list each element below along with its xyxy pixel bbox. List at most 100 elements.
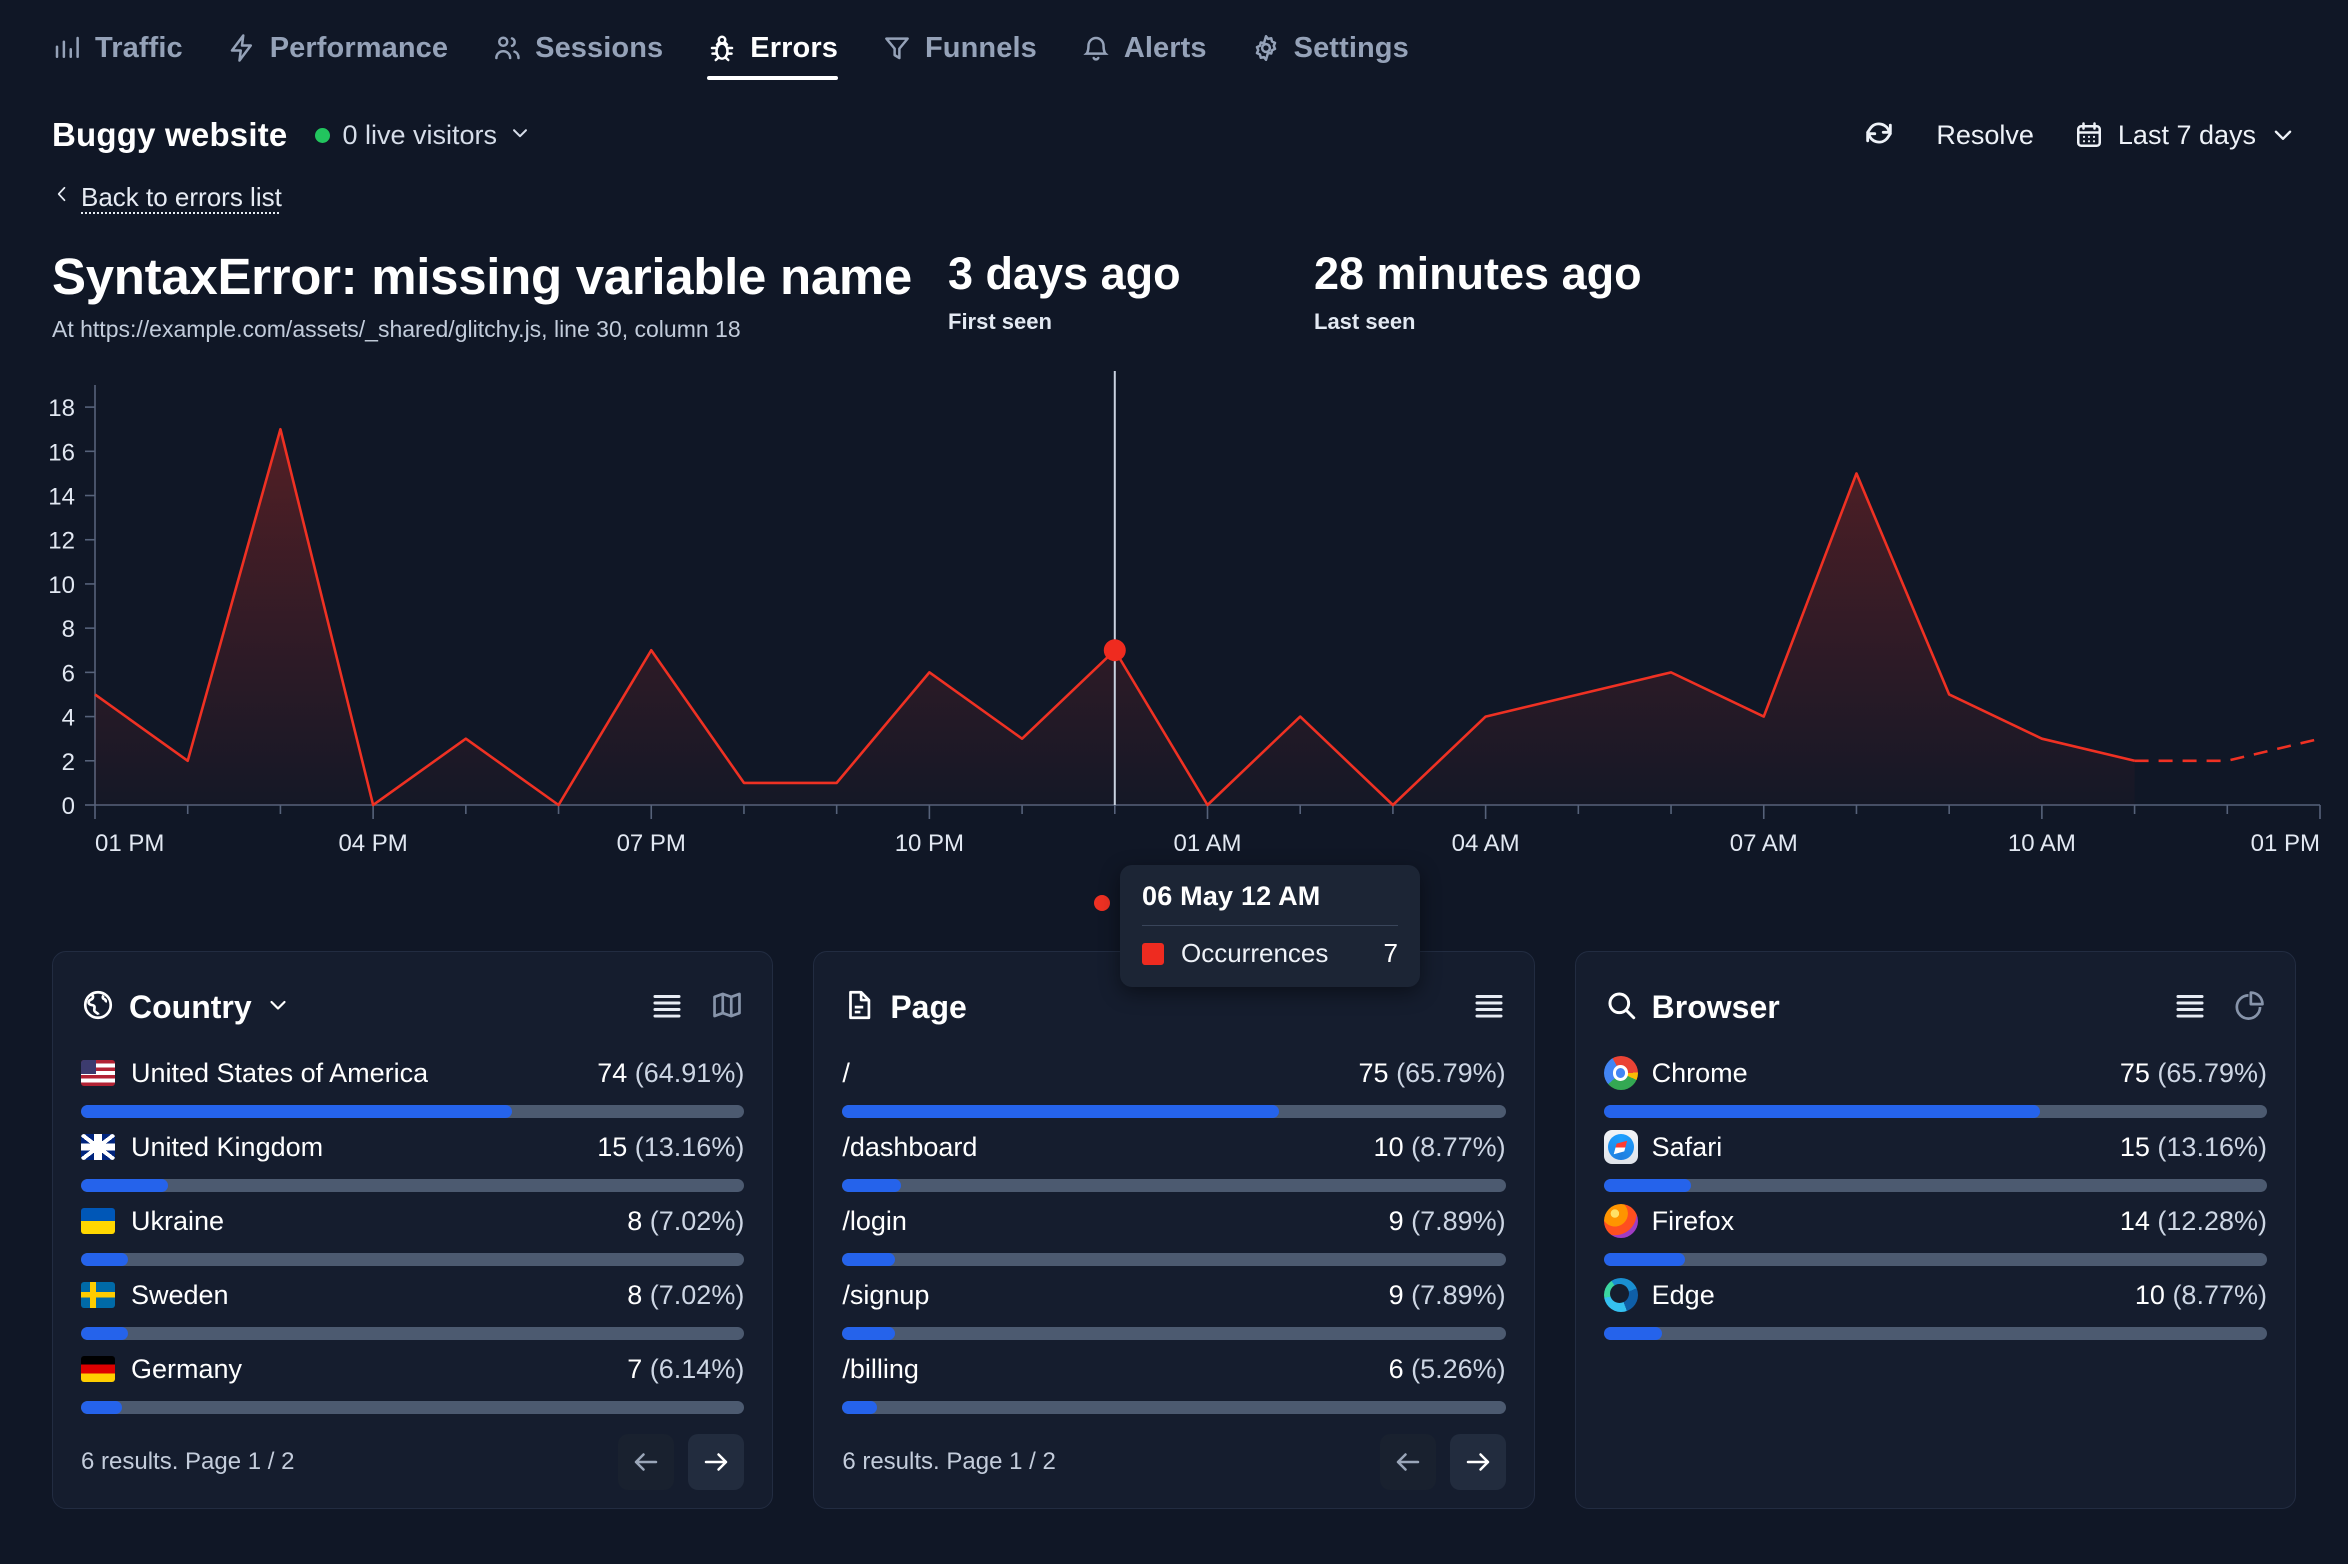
occurrences-chart[interactable]: 0 2 4 6 8 10 12 14 16 18 01 PM 04 PM 07 PM 10 PM 01 AM…	[0, 365, 2348, 988]
nav-item-traffic[interactable]: Traffic	[52, 0, 183, 96]
list-view-icon[interactable]	[650, 988, 684, 1027]
pie-chart-icon[interactable]	[2233, 988, 2267, 1027]
refresh-icon[interactable]	[1862, 116, 1896, 155]
row-percent: (6.14%)	[649, 1353, 745, 1384]
table-row[interactable]: /login 9 (7.89%)	[842, 1192, 1506, 1267]
pagination-prev-button[interactable]	[1379, 1434, 1436, 1491]
table-row[interactable]: United Kingdom 15 (13.16%)	[81, 1118, 745, 1193]
nav-item-alerts[interactable]: Alerts	[1081, 0, 1207, 96]
row-label: Chrome	[1651, 1057, 1748, 1088]
chart-canvas[interactable]: 0 2 4 6 8 10 12 14 16 18 01 PM 04 PM 07 PM 10 PM 01 AM…	[0, 365, 2348, 885]
users-icon	[492, 33, 522, 63]
card-rows: Chrome 75 (65.79%) Safari 15 (13.16%) Fi…	[1603, 1044, 2267, 1341]
nav-label: Errors	[750, 31, 838, 64]
live-visitors-label: 0 live visitors	[342, 119, 498, 150]
card-title: Browser	[1651, 988, 1780, 1025]
map-view-icon[interactable]	[710, 988, 744, 1027]
list-view-icon[interactable]	[1472, 988, 1506, 1027]
row-value: 7 (6.14%)	[627, 1353, 745, 1384]
tooltip-series-name: Occurrences	[1181, 938, 1329, 969]
row-value: 75 (65.79%)	[1358, 1057, 1506, 1088]
nav-label: Traffic	[95, 31, 183, 64]
table-row[interactable]: /signup 9 (7.89%)	[842, 1266, 1506, 1341]
x-axis-tick-label: 04 PM	[338, 830, 407, 857]
table-row[interactable]: Sweden 8 (7.02%)	[81, 1266, 745, 1341]
table-row[interactable]: Firefox 14 (12.28%)	[1603, 1192, 2267, 1267]
row-label: United Kingdom	[131, 1131, 324, 1162]
nav-item-funnels[interactable]: Funnels	[882, 0, 1037, 96]
card-title: Country	[129, 988, 252, 1025]
row-percent: (7.89%)	[1411, 1279, 1506, 1310]
row-value: 15 (13.16%)	[2119, 1131, 2267, 1162]
row-progress-bar	[1603, 1105, 2267, 1119]
chart-highlight-point[interactable]	[1103, 639, 1126, 662]
live-visitors-dropdown[interactable]: 0 live visitors	[315, 120, 531, 151]
resolve-button[interactable]: Resolve	[1936, 120, 2034, 151]
country-flag-icon	[81, 1208, 115, 1235]
nav-item-errors[interactable]: Errors	[707, 0, 838, 96]
table-row[interactable]: Edge 10 (8.77%)	[1603, 1266, 2267, 1341]
pagination-next-button[interactable]	[1449, 1434, 1506, 1491]
row-label: /login	[842, 1205, 907, 1236]
tooltip-series-value: 7	[1383, 938, 1398, 969]
row-value: 74 (64.91%)	[597, 1057, 745, 1088]
card-header: Country	[81, 978, 744, 1036]
edge-browser-icon	[1603, 1278, 1638, 1313]
bug-icon	[707, 33, 737, 63]
card-title-dropdown: Page	[842, 988, 967, 1027]
chart-tooltip: 06 May 12 AM Occurrences 7	[1120, 865, 1420, 988]
row-progress-bar	[81, 1179, 745, 1193]
nav-label: Funnels	[924, 31, 1037, 64]
pagination-prev-button[interactable]	[618, 1434, 675, 1491]
table-row[interactable]: Safari 15 (13.16%)	[1603, 1118, 2267, 1193]
card-title-dropdown[interactable]: Country	[81, 988, 290, 1027]
row-progress-bar	[81, 1327, 745, 1341]
first-seen-caption: First seen	[948, 308, 1052, 334]
row-progress-bar	[81, 1105, 745, 1119]
pagination-status: 6 results. Page 1 / 2	[842, 1448, 1056, 1476]
last-seen-caption: Last seen	[1314, 308, 1416, 334]
row-label: /	[842, 1057, 850, 1088]
nav-item-settings[interactable]: Settings	[1251, 0, 1409, 96]
pagination-status: 6 results. Page 1 / 2	[81, 1448, 295, 1476]
table-row[interactable]: / 75 (65.79%)	[842, 1044, 1506, 1119]
row-label: Sweden	[131, 1279, 229, 1310]
y-axis-tick-label: 10	[48, 572, 75, 599]
lightning-icon	[227, 33, 257, 63]
nav-item-sessions[interactable]: Sessions	[492, 0, 663, 96]
table-row[interactable]: United States of America 74 (64.91%)	[81, 1044, 745, 1119]
row-progress-bar	[842, 1401, 1506, 1415]
last-seen-value: 28 minutes ago	[1314, 248, 1642, 299]
row-label: Edge	[1651, 1279, 1715, 1310]
list-view-icon[interactable]	[2173, 988, 2207, 1027]
resolve-label: Resolve	[1936, 119, 2034, 150]
chevron-left-icon	[52, 182, 72, 213]
header-actions: Resolve Last 7 days	[1862, 116, 2296, 155]
row-value: 75 (65.79%)	[2119, 1057, 2267, 1088]
row-label: Germany	[131, 1353, 243, 1384]
pagination-next-button[interactable]	[688, 1434, 745, 1491]
first-seen-value: 3 days ago	[948, 248, 1181, 299]
table-row[interactable]: Ukraine 8 (7.02%)	[81, 1192, 745, 1267]
table-row[interactable]: Chrome 75 (65.79%)	[1603, 1044, 2267, 1119]
y-axis-tick-label: 6	[62, 660, 75, 687]
table-row[interactable]: /billing 6 (5.26%)	[842, 1340, 1506, 1415]
main-navigation: Traffic Performance Sessions Errors Funn…	[0, 0, 2348, 96]
y-axis-tick-label: 12	[48, 528, 75, 555]
back-link-label: Back to errors list	[81, 181, 282, 212]
row-label: /signup	[842, 1279, 930, 1310]
x-axis-tick-label: 07 AM	[1730, 830, 1798, 857]
card-footer: 6 results. Page 1 / 2	[81, 1414, 745, 1491]
firefox-browser-icon	[1603, 1204, 1638, 1239]
row-progress-bar	[842, 1105, 1506, 1119]
back-to-errors-list-link[interactable]: Back to errors list	[52, 182, 282, 213]
date-range-picker[interactable]: Last 7 days	[2074, 120, 2296, 151]
nav-item-performance[interactable]: Performance	[227, 0, 448, 96]
error-detail-page: Traffic Performance Sessions Errors Funn…	[0, 0, 2348, 1564]
card-browser: Browser Chrome 75 (65.79%) Safari 15 (13…	[1574, 951, 2296, 1510]
row-percent: (7.89%)	[1411, 1205, 1506, 1236]
tooltip-title: 06 May 12 AM	[1142, 881, 1321, 912]
table-row[interactable]: /dashboard 10 (8.77%)	[842, 1118, 1506, 1193]
first-seen-stat: 3 days ago First seen	[948, 248, 1278, 335]
table-row[interactable]: Germany 7 (6.14%)	[81, 1340, 745, 1415]
